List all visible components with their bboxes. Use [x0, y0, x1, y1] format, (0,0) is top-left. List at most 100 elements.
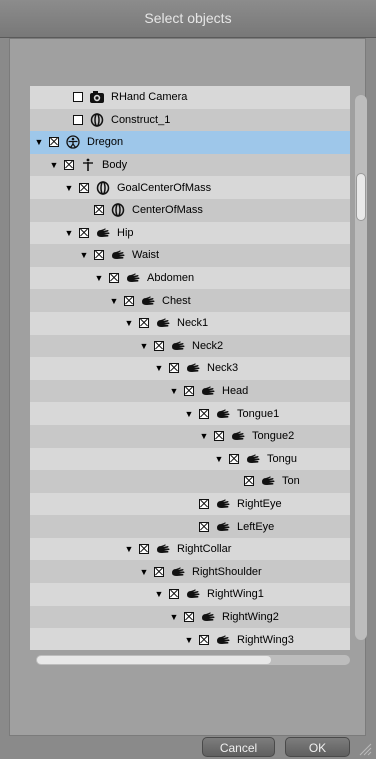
tree-row[interactable]: ▼ Tongu — [30, 447, 350, 471]
tree-row[interactable]: LeftEye — [30, 515, 350, 538]
visibility-checkbox[interactable] — [199, 521, 209, 532]
tree-row-content: ▼ GoalCenterOfMass — [62, 176, 211, 199]
visibility-checkbox[interactable] — [124, 295, 134, 306]
tree-row[interactable]: ▼ Neck2 — [30, 334, 350, 358]
tree-row[interactable]: RightEye — [30, 492, 350, 516]
tree-row-content: ▼ RightWing3 — [182, 628, 294, 650]
expand-arrow-placeholder — [182, 497, 196, 511]
visibility-checkbox[interactable] — [94, 205, 104, 216]
hand-icon — [155, 316, 171, 330]
expand-arrow-icon[interactable]: ▼ — [152, 587, 166, 601]
expand-arrow-icon[interactable]: ▼ — [122, 542, 136, 556]
expand-arrow-icon[interactable]: ▼ — [197, 429, 211, 443]
tree-row[interactable]: ▼ RightWing2 — [30, 605, 350, 629]
expand-arrow-placeholder — [56, 113, 70, 127]
visibility-checkbox[interactable] — [109, 273, 119, 284]
tree-row[interactable]: ▼ Neck3 — [30, 357, 350, 380]
horizontal-scroll-thumb[interactable] — [37, 656, 271, 664]
tree-row-content: ▼ Tongu — [212, 448, 297, 471]
tree-row[interactable]: ▼ Neck1 — [30, 311, 350, 335]
expand-arrow-icon[interactable]: ▼ — [107, 294, 121, 308]
visibility-checkbox[interactable] — [79, 182, 89, 193]
visibility-checkbox[interactable] — [199, 408, 209, 419]
visibility-checkbox[interactable] — [184, 386, 194, 397]
tree-row[interactable]: ▼ RightShoulder — [30, 560, 350, 584]
expand-arrow-icon[interactable]: ▼ — [32, 135, 46, 149]
tree-row[interactable]: ▼ Dregon — [30, 131, 350, 154]
expand-arrow-icon[interactable]: ▼ — [212, 452, 226, 466]
vertical-scroll-thumb[interactable] — [356, 173, 366, 221]
visibility-checkbox[interactable] — [199, 634, 209, 645]
vertical-scrollbar[interactable] — [355, 95, 367, 640]
visibility-checkbox[interactable] — [73, 92, 83, 103]
tree-row-content: ▼ RightWing1 — [152, 583, 264, 606]
tree-row[interactable]: ▼ RightWing1 — [30, 583, 350, 606]
visibility-checkbox[interactable] — [169, 589, 179, 600]
tree-row[interactable]: Ton — [30, 470, 350, 493]
tree-row-label: Body — [102, 159, 128, 172]
expand-arrow-icon[interactable]: ▼ — [167, 384, 181, 398]
visibility-checkbox[interactable] — [139, 318, 149, 329]
expand-arrow-icon[interactable]: ▼ — [122, 316, 136, 330]
tree-row[interactable]: ▼ Tongue2 — [30, 424, 350, 448]
visibility-checkbox[interactable] — [169, 363, 179, 374]
tree-row-label: RHand Camera — [111, 91, 188, 104]
hand-icon — [185, 587, 201, 601]
horizontal-scrollbar[interactable] — [36, 655, 350, 665]
tree-row[interactable]: RHand Camera — [30, 86, 350, 109]
hand-icon — [125, 271, 141, 285]
expand-arrow-icon[interactable]: ▼ — [182, 407, 196, 421]
tree-row[interactable]: ▼ Waist — [30, 244, 350, 267]
cancel-button[interactable]: Cancel — [202, 737, 275, 757]
tree-row-label: RightEye — [237, 497, 282, 510]
object-tree[interactable]: RHand Camera Construct_1 ▼ Dregon ▼ Body ▼ Goal… — [30, 86, 350, 650]
visibility-checkbox[interactable] — [229, 453, 239, 464]
visibility-checkbox[interactable] — [73, 114, 83, 125]
expand-arrow-icon[interactable]: ▼ — [62, 226, 76, 240]
tree-row[interactable]: ▼ RightWing3 — [30, 628, 350, 650]
expand-arrow-icon[interactable]: ▼ — [182, 633, 196, 647]
tree-row-label: Neck1 — [177, 317, 209, 330]
visibility-checkbox[interactable] — [184, 611, 194, 622]
tree-row-label: Head — [222, 385, 249, 398]
prop-icon — [110, 203, 126, 218]
visibility-checkbox[interactable] — [154, 566, 164, 577]
visibility-checkbox[interactable] — [199, 498, 209, 509]
tree-row[interactable]: ▼ RightCollar — [30, 537, 350, 561]
tree-row-label: RightShoulder — [192, 565, 262, 578]
visibility-checkbox[interactable] — [94, 250, 104, 261]
resize-grip-icon[interactable] — [358, 742, 372, 756]
visibility-checkbox[interactable] — [49, 137, 59, 148]
tree-row[interactable]: ▼ Abdomen — [30, 266, 350, 290]
expand-arrow-icon[interactable]: ▼ — [167, 610, 181, 624]
visibility-checkbox[interactable] — [139, 544, 149, 555]
tree-row-content: ▼ Head — [167, 380, 249, 403]
tree-row-label: RightWing2 — [222, 610, 279, 623]
tree-row[interactable]: CenterOfMass — [30, 198, 350, 222]
visibility-checkbox[interactable] — [214, 431, 224, 442]
tree-row-label: Construct_1 — [111, 113, 171, 126]
tree-row[interactable]: ▼ GoalCenterOfMass — [30, 176, 350, 199]
hand-icon — [95, 226, 111, 240]
expand-arrow-icon[interactable]: ▼ — [92, 271, 106, 285]
expand-arrow-icon[interactable]: ▼ — [77, 248, 91, 262]
tree-row[interactable]: ▼ Chest — [30, 289, 350, 312]
ok-button[interactable]: OK — [285, 737, 350, 757]
tree-row[interactable]: ▼ Head — [30, 379, 350, 403]
expand-arrow-icon[interactable]: ▼ — [137, 565, 151, 579]
expand-arrow-icon[interactable]: ▼ — [47, 158, 61, 172]
tree-row[interactable]: ▼ Body — [30, 153, 350, 177]
visibility-checkbox[interactable] — [79, 227, 89, 238]
expand-arrow-icon[interactable]: ▼ — [152, 361, 166, 375]
visibility-checkbox[interactable] — [244, 476, 254, 487]
tree-row[interactable]: Construct_1 — [30, 108, 350, 132]
tree-row-label: Abdomen — [147, 272, 195, 285]
tree-row-content: LeftEye — [182, 515, 274, 538]
expand-arrow-icon[interactable]: ▼ — [62, 181, 76, 195]
tree-row[interactable]: ▼ Tongue1 — [30, 402, 350, 425]
expand-arrow-icon[interactable]: ▼ — [137, 339, 151, 353]
tree-row-content: ▼ Tongue2 — [197, 425, 295, 448]
visibility-checkbox[interactable] — [154, 340, 164, 351]
tree-row[interactable]: ▼ Hip — [30, 221, 350, 245]
visibility-checkbox[interactable] — [64, 160, 74, 171]
